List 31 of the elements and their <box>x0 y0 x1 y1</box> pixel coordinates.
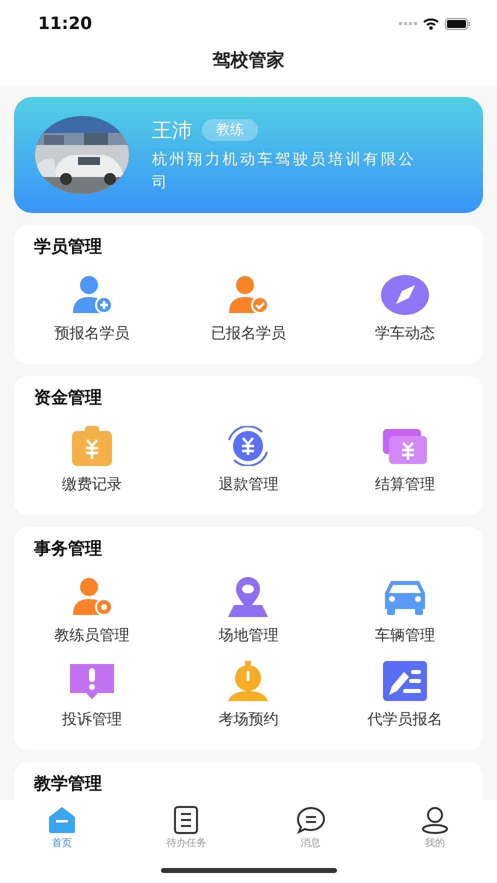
app-title: 驾校管家 <box>212 49 284 72</box>
menu-item[interactable]: 场地管理 <box>170 577 327 645</box>
section-title: 事务管理 <box>33 538 103 560</box>
user-icon <box>420 806 450 834</box>
menu-item[interactable]: 投诉管理 <box>14 661 170 729</box>
status-time: 11:20 <box>38 14 92 34</box>
menu-item[interactable]: 缴费记录 <box>14 426 170 494</box>
battery-icon <box>445 18 471 30</box>
chat-icon <box>296 806 326 834</box>
role-tag: 教练 <box>202 119 258 141</box>
menu-item[interactable]: 代学员报名 <box>326 661 483 729</box>
edit-form-icon <box>380 661 429 701</box>
menu-item[interactable]: 预报名学员 <box>14 275 170 343</box>
compass-icon <box>380 275 429 315</box>
menu-item[interactable]: 已报名学员 <box>170 275 327 343</box>
wifi-icon <box>423 18 439 30</box>
section-title: 学员管理 <box>33 236 103 258</box>
menu-item[interactable]: 考场预约 <box>170 661 327 729</box>
menu-item[interactable]: 车辆管理 <box>326 577 483 645</box>
yuan-bills-icon <box>380 426 429 466</box>
menu-item[interactable]: 教练员管理 <box>14 577 170 645</box>
home-icon <box>47 806 78 834</box>
alert-message-icon <box>68 661 116 701</box>
section-title: 资金管理 <box>33 387 103 409</box>
menu-item[interactable]: 结算管理 <box>326 426 483 494</box>
signal-icon <box>399 22 417 26</box>
section-title: 教学管理 <box>32 773 103 795</box>
menu-item[interactable]: 学车动态 <box>326 275 483 343</box>
menu-item[interactable]: 退款管理 <box>170 426 327 494</box>
company-name: 杭州翔力机动车驾驶员培训有限公司 <box>152 148 417 192</box>
user-name: 王沛 <box>152 116 192 144</box>
